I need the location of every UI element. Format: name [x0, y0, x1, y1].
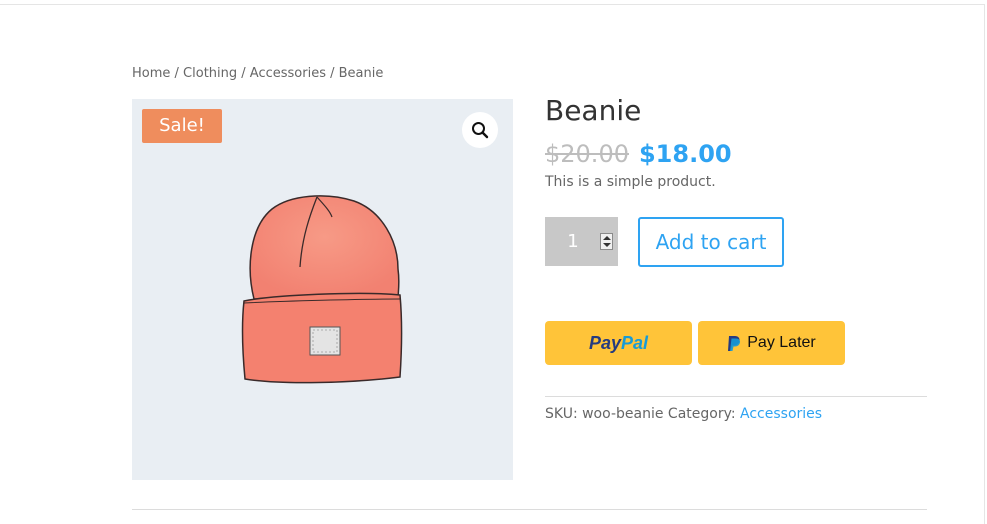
breadcrumb-current: Beanie: [338, 66, 384, 81]
breadcrumb-separator: /: [170, 66, 184, 81]
breadcrumb: Home / Clothing / Accessories / Beanie: [132, 66, 383, 81]
sale-price: $18.00: [638, 140, 732, 168]
sku-label: SKU:: [545, 406, 578, 422]
sale-badge: Sale!: [142, 109, 222, 143]
breadcrumb-separator: /: [325, 66, 339, 81]
add-to-cart-button[interactable]: Add to cart: [638, 217, 784, 267]
category-label: Category:: [667, 406, 736, 422]
meta-divider: [545, 396, 927, 397]
increment-arrow-icon[interactable]: [603, 236, 611, 240]
paypal-icon: [728, 335, 741, 351]
regular-price: $20.00: [545, 140, 629, 168]
product-short-description: This is a simple product.: [545, 174, 716, 190]
decrement-arrow-icon[interactable]: [603, 243, 611, 247]
paypal-button[interactable]: PayPal: [545, 321, 692, 365]
category-link[interactable]: Accessories: [740, 406, 822, 422]
pay-later-label: Pay Later: [747, 334, 816, 351]
quantity-input[interactable]: [545, 217, 601, 266]
product-gallery[interactable]: Sale!: [132, 99, 513, 480]
quantity-spinner[interactable]: [600, 233, 613, 250]
sku-value: woo-beanie: [582, 406, 664, 422]
pay-later-button[interactable]: Pay Later: [698, 321, 845, 365]
product-price: $20.00 $18.00: [545, 140, 732, 168]
breadcrumb-clothing[interactable]: Clothing: [183, 66, 237, 81]
product-title: Beanie: [545, 94, 642, 127]
breadcrumb-home[interactable]: Home: [132, 66, 170, 81]
paypal-logo: PayPal: [588, 332, 649, 353]
search-icon: [472, 122, 489, 139]
zoom-button[interactable]: [462, 112, 498, 148]
quantity-stepper[interactable]: [545, 217, 618, 266]
section-divider: [132, 509, 927, 510]
product-meta: SKU: woo-beanie Category: Accessories: [545, 406, 822, 422]
breadcrumb-separator: /: [237, 66, 250, 81]
beanie-image: [241, 195, 403, 384]
breadcrumb-accessories[interactable]: Accessories: [250, 66, 326, 81]
